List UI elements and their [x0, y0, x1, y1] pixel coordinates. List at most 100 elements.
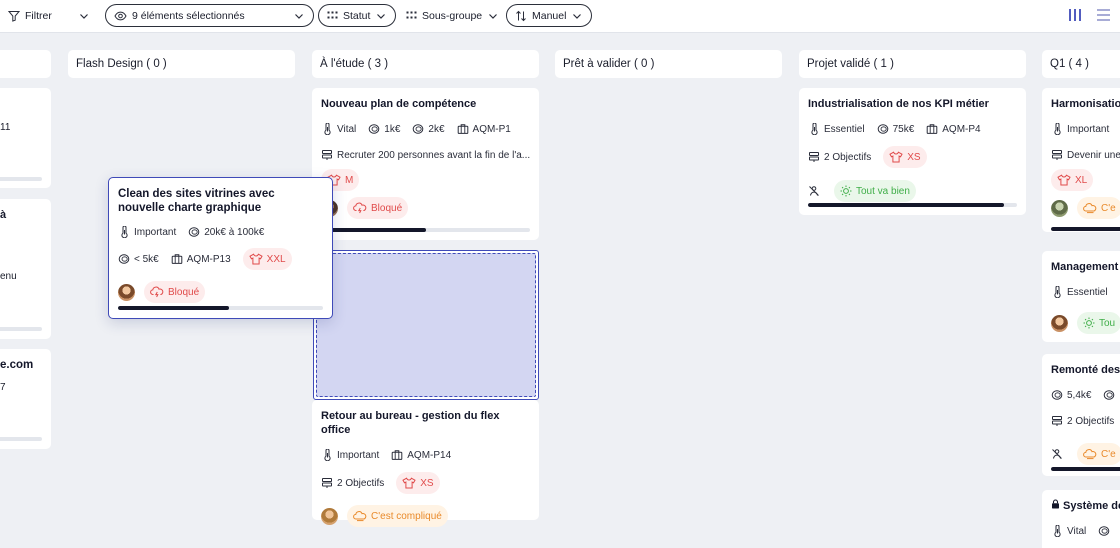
status-badge[interactable]: Tout va bien — [834, 180, 916, 202]
card-management[interactable]: Management d Essentiel Tou — [1042, 251, 1120, 342]
budget-text: 20k€ à 100k€ — [204, 226, 265, 238]
status-badge[interactable]: Bloqué — [144, 281, 206, 303]
sort-button[interactable]: Manuel — [506, 4, 593, 27]
chevron-down-icon — [487, 10, 499, 22]
card-meta: Recruter 200 personnes avant la fin de l… — [321, 147, 530, 163]
cloud-bolt-icon — [150, 286, 164, 298]
status-text: C'e — [1101, 448, 1116, 460]
filter-button[interactable]: Filtrer — [8, 4, 57, 27]
sort-icon — [516, 10, 526, 21]
card-title: Harmonisation — [1051, 98, 1120, 110]
drop-placeholder[interactable] — [313, 250, 539, 400]
priority-text: Important — [134, 226, 177, 238]
subgroup-button[interactable]: Sous-groupe — [406, 4, 499, 27]
status-badge[interactable]: C'e — [1077, 197, 1120, 219]
card-meta: Devenir une — [1051, 147, 1120, 163]
sun-icon — [1083, 317, 1095, 329]
card-meta: Important 20k€ à 100k€ — [118, 224, 323, 240]
status-text: C'e — [1101, 202, 1116, 214]
column-header[interactable]: Projet validé ( 1 ) — [799, 50, 1026, 78]
code-text: AQM-P1 — [472, 123, 511, 135]
card-footer: C'e — [1051, 197, 1120, 219]
avatar[interactable] — [118, 283, 135, 301]
status-text: Bloqué — [168, 286, 200, 298]
visible-items-label: 9 éléments sélectionnés — [132, 9, 245, 22]
size-text: XS — [907, 151, 921, 163]
thermometer-icon — [1051, 123, 1063, 135]
visible-items-select[interactable]: 9 éléments sélectionnés — [105, 4, 314, 27]
card-clean-sites-vitrines-dragging[interactable]: Clean des sites vitrines avec nouvelle c… — [108, 177, 333, 319]
card-text: 7 — [0, 382, 6, 393]
coin-icon — [412, 123, 424, 135]
priority-text: Vital — [337, 123, 357, 135]
column-header[interactable]: Prêt à valider ( 0 ) — [555, 50, 782, 78]
size-badge[interactable]: XS — [883, 146, 927, 168]
status-text: Tou — [1099, 317, 1116, 329]
eye-icon — [114, 11, 127, 20]
card-meta: Essentiel — [1051, 284, 1120, 300]
cost-text: 2k€ — [428, 123, 445, 135]
card-title: à — [0, 209, 7, 221]
card-partial[interactable]: e.com 7 — [0, 349, 51, 449]
card-meta: Important — [1051, 121, 1120, 137]
sort-label: Manuel — [532, 9, 567, 22]
card-title: e.com — [0, 359, 34, 371]
q1-column-cards: Harmonisation Important Devenir une XL C… — [1042, 88, 1120, 548]
thermometer-icon — [321, 449, 333, 461]
unassigned-button[interactable] — [1051, 448, 1063, 460]
size-text: XL — [1075, 174, 1088, 186]
board-view-button[interactable] — [1068, 8, 1082, 25]
coin-icon — [1098, 525, 1110, 537]
card-text: 11 — [0, 122, 11, 133]
card-remonte[interactable]: Remonté des p 5,4k€ 2 Objectifs C'e — [1042, 354, 1120, 476]
code-text: AQM-P4 — [942, 123, 981, 135]
avatar[interactable] — [1051, 314, 1068, 332]
card-nouveau-plan[interactable]: Nouveau plan de compétence Vital 1k€ 2k€… — [312, 88, 539, 240]
coin-icon — [877, 123, 889, 135]
priority-text: Essentiel — [824, 123, 865, 135]
card-footer: C'e — [1051, 443, 1120, 465]
column-header[interactable]: Flash Design ( 0 ) — [68, 50, 295, 78]
status-badge[interactable]: Bloqué — [347, 197, 409, 219]
columns-icon — [1069, 9, 1081, 21]
statut-label: Statut — [343, 9, 371, 22]
progress-bar — [0, 177, 42, 181]
briefcase-icon — [926, 123, 938, 135]
size-row: M — [321, 169, 530, 191]
progress-fill — [321, 228, 426, 232]
code-text: AQM-P14 — [407, 449, 452, 461]
size-badge[interactable]: XS — [396, 472, 440, 494]
code-text: AQM-P13 — [186, 253, 231, 265]
card-partial[interactable]: 11 — [0, 88, 51, 188]
statut-group-button[interactable]: Statut — [318, 4, 397, 27]
cost-text: 5,4k€ — [1067, 389, 1092, 401]
card-harmonisation[interactable]: Harmonisation Important Devenir une XL C… — [1042, 88, 1120, 232]
card-footer: Bloqué — [118, 281, 323, 303]
status-badge[interactable]: C'e — [1077, 443, 1120, 465]
card-meta: Important AQM-P14 — [321, 447, 530, 463]
status-badge[interactable]: C'est compliqué — [347, 505, 448, 527]
status-badge[interactable]: Tou — [1077, 312, 1120, 334]
subgroup-label: Sous-groupe — [422, 9, 483, 22]
list-view-button[interactable] — [1096, 8, 1111, 25]
filter-dropdown[interactable] — [78, 4, 90, 27]
avatar[interactable] — [321, 507, 338, 525]
card-retour-au-bureau[interactable]: Retour au bureau - gestion du flex offic… — [312, 400, 539, 527]
sun-icon — [840, 185, 852, 197]
card-footer: C'est compliqué — [321, 505, 530, 527]
progress-bar — [808, 203, 1017, 207]
card-industrialisation-kpi[interactable]: Industrialisation de nos KPI métier Esse… — [799, 88, 1026, 215]
avatar[interactable] — [1051, 199, 1068, 217]
size-badge[interactable]: XL — [1051, 169, 1094, 191]
column-header[interactable]: Q1 ( 4 ) — [1042, 50, 1120, 78]
chevron-down-icon — [78, 10, 90, 22]
card-partial[interactable]: à enu — [0, 199, 51, 339]
tshirt-icon — [889, 151, 903, 163]
column-header[interactable]: À l'étude ( 3 ) — [312, 50, 539, 78]
card-meta: 2 Objectifs XS — [321, 472, 530, 494]
size-badge[interactable]: XXL — [242, 248, 292, 270]
unassigned-button[interactable] — [808, 185, 820, 197]
coin-icon — [118, 253, 130, 265]
thermometer-icon — [808, 123, 820, 135]
card-systeme[interactable]: Système de Vital — [1042, 490, 1120, 548]
